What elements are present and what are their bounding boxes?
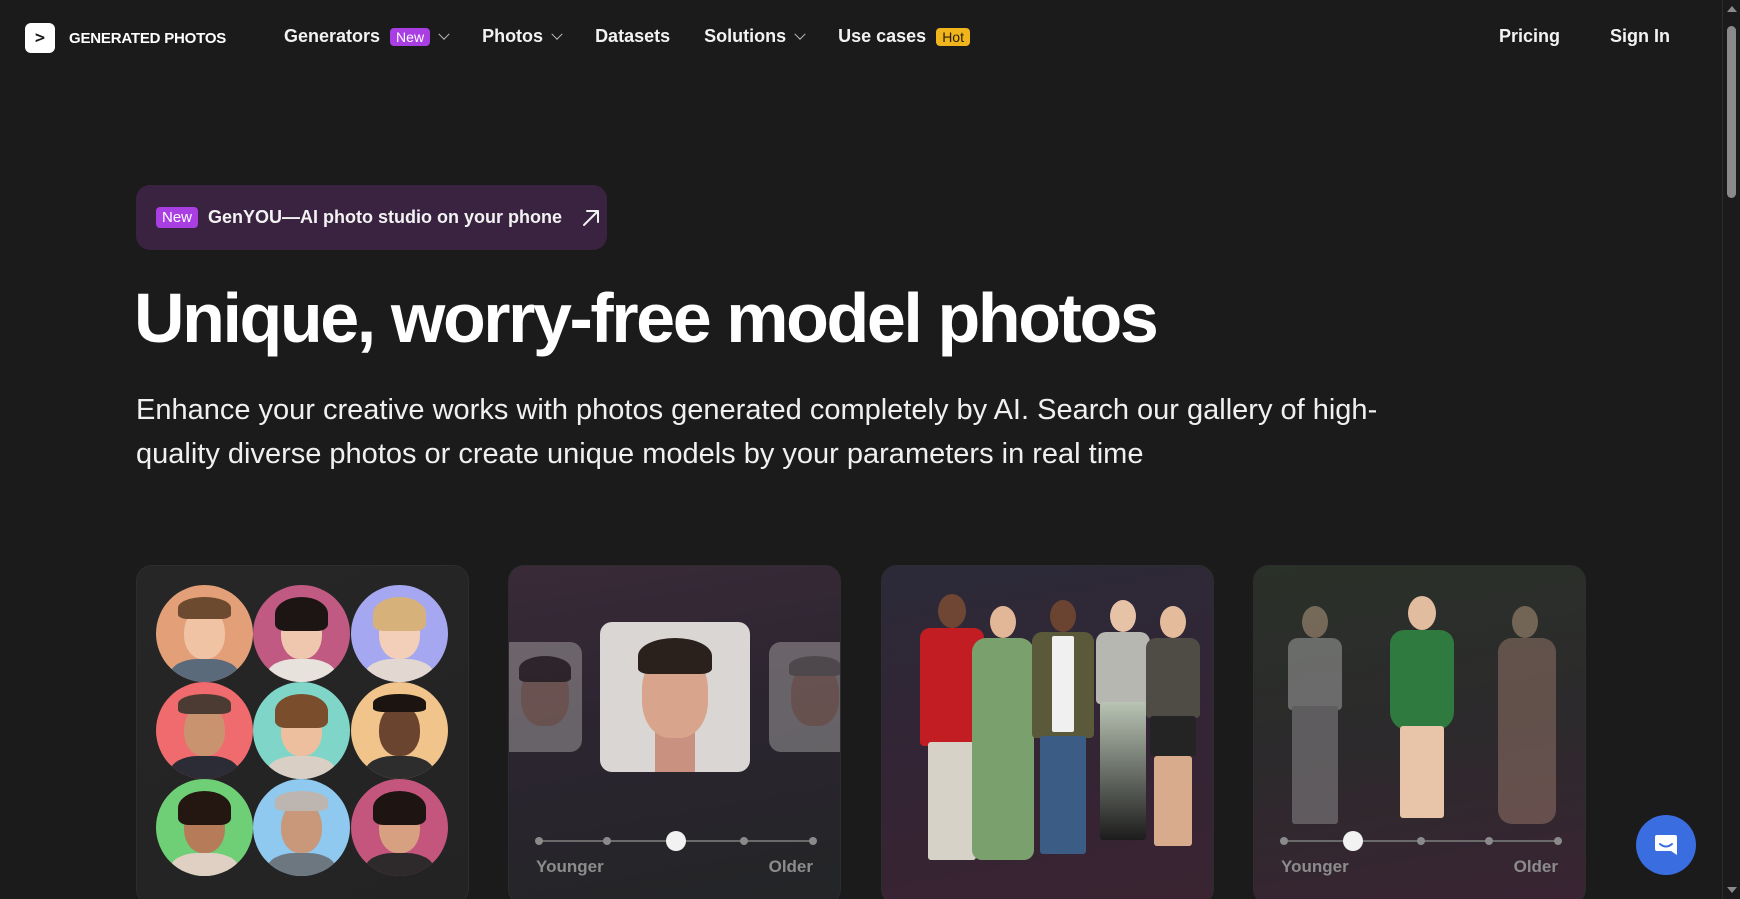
face-preview-current: [600, 622, 750, 772]
chevron-down-icon: [551, 28, 563, 40]
account-links: Pricing Sign In: [1499, 26, 1670, 47]
avatar: [156, 682, 253, 779]
slider-knob[interactable]: [666, 831, 686, 851]
body-generator-card[interactable]: Younger Older: [1253, 565, 1586, 899]
full-body-models-card[interactable]: [881, 565, 1214, 899]
hero-title: Unique, worry-free model photos: [134, 279, 1159, 357]
new-badge: New: [390, 27, 431, 46]
menu-item-photos[interactable]: Photos: [482, 26, 563, 47]
avatar: [156, 585, 253, 682]
younger-label: Younger: [1281, 857, 1349, 876]
face-preview-prev: [509, 642, 582, 752]
avatar: [351, 779, 448, 876]
logo-mark-icon: >: [25, 23, 55, 53]
menu-item-label: Solutions: [704, 26, 787, 46]
avatar: [351, 585, 448, 682]
top-navigation: > GENERATED PHOTOS Generators New Photos…: [0, 0, 1722, 76]
scroll-thumb[interactable]: [1727, 26, 1736, 198]
chevron-down-icon: [438, 28, 450, 40]
face-preview-next: [769, 642, 840, 752]
avatar: [253, 682, 350, 779]
older-label: Older: [768, 857, 813, 876]
menu-item-label: Generators: [284, 26, 381, 46]
page-scrollbar[interactable]: [1722, 0, 1740, 899]
menu-item-label: Datasets: [595, 26, 671, 46]
scroll-up-arrow-icon[interactable]: [1727, 6, 1737, 12]
older-label: Older: [1513, 857, 1558, 876]
promo-text: GenYOU—AI photo studio on your phone: [208, 207, 562, 227]
chat-button[interactable]: [1636, 815, 1696, 875]
menu-item-datasets[interactable]: Datasets: [595, 26, 670, 47]
menu-item-generators[interactable]: Generators New: [284, 26, 450, 47]
slider-knob[interactable]: [1342, 831, 1363, 851]
brand-name: GENERATED PHOTOS: [69, 29, 227, 47]
scroll-down-arrow-icon[interactable]: [1727, 887, 1737, 893]
younger-label: Younger: [536, 857, 604, 876]
arrow-up-right-icon: [583, 209, 599, 226]
avatar: [351, 682, 448, 779]
sign-in-link[interactable]: Sign In: [1610, 26, 1670, 47]
age-slider[interactable]: [535, 831, 817, 851]
avatar: [253, 585, 350, 682]
menu-item-label: Photos: [482, 26, 544, 46]
hot-badge: Hot: [936, 27, 970, 46]
chevron-down-icon: [794, 28, 806, 40]
pricing-link[interactable]: Pricing: [1499, 26, 1560, 47]
avatar: [253, 779, 350, 876]
age-slider[interactable]: [1280, 831, 1562, 851]
genyou-promo-banner[interactable]: New GenYOU—AI photo studio on your phone: [136, 185, 607, 250]
hero-subtitle: Enhance your creative works with photos …: [136, 394, 1378, 470]
face-gallery-card[interactable]: [136, 565, 469, 899]
chat-bubble-icon: [1655, 835, 1677, 855]
brand-logo[interactable]: > GENERATED PHOTOS: [25, 23, 226, 53]
menu-item-use-cases[interactable]: Use cases Hot: [838, 26, 970, 47]
avatar: [156, 779, 253, 876]
menu-item-solutions[interactable]: Solutions: [704, 26, 806, 47]
main-menu: Generators New Photos Datasets Solutions…: [284, 26, 1004, 47]
face-generator-card[interactable]: Younger Older: [508, 565, 841, 899]
new-badge: New: [156, 207, 199, 228]
menu-item-label: Use cases: [838, 26, 927, 46]
